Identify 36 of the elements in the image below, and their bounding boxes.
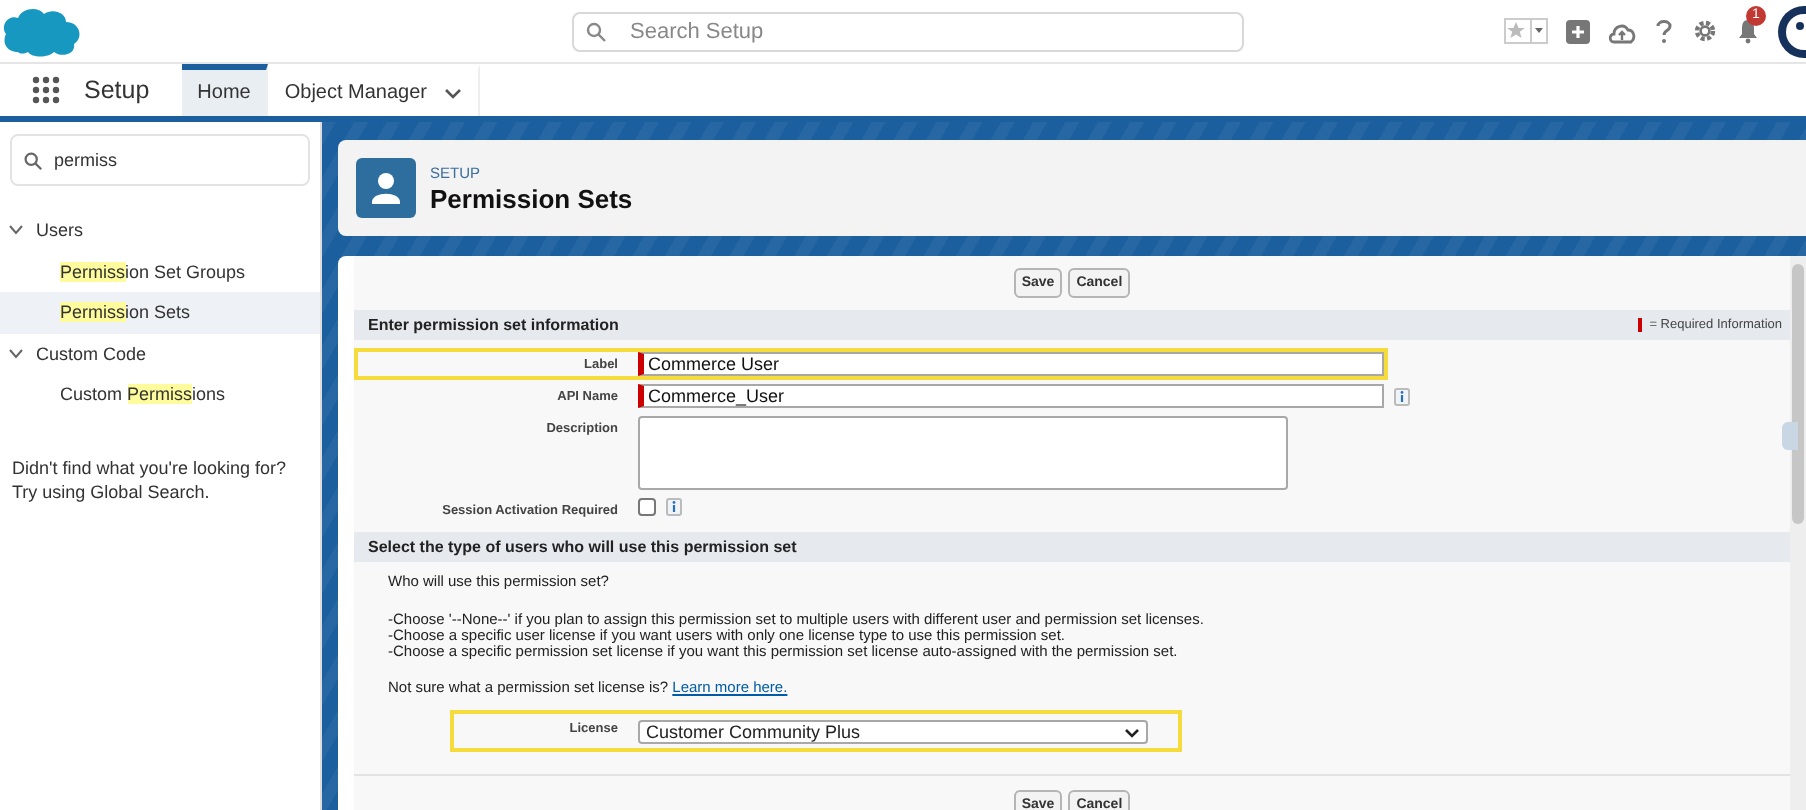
- checkbox[interactable]: [638, 498, 656, 516]
- help-icon[interactable]: [1654, 18, 1674, 44]
- search-field[interactable]: permiss: [10, 134, 310, 186]
- settings-icon[interactable]: [1692, 18, 1718, 44]
- tree-group[interactable]: Custom Code: [0, 333, 320, 374]
- collapse-handle[interactable]: [1782, 422, 1798, 450]
- cloud-icon[interactable]: [1608, 19, 1636, 43]
- license-dropdown[interactable]: Customer Community Plus: [638, 720, 1148, 744]
- page-title: Permission Sets: [430, 183, 633, 213]
- tree-item[interactable]: Permission Set Groups: [60, 261, 246, 282]
- text-field[interactable]: Commerce User: [638, 352, 1384, 376]
- info-icon[interactable]: [1394, 387, 1410, 405]
- help-text: Didn't find what you're looking for?: [12, 455, 289, 480]
- cloud-logo: [0, 3, 84, 59]
- plus-icon[interactable]: [1566, 19, 1590, 43]
- chevron-down-icon: [443, 87, 462, 99]
- app-launcher-icon[interactable]: [32, 76, 60, 104]
- user-icon: [356, 158, 416, 218]
- section-title: Select the type of users who will use this permission set: [368, 538, 797, 556]
- nav-tab[interactable]: Home: [181, 64, 269, 116]
- chevron-down-icon: [8, 347, 24, 360]
- search-field[interactable]: Search Setup: [572, 11, 1244, 51]
- search-icon: [24, 151, 42, 169]
- star-dropdown-icon[interactable]: [1504, 18, 1548, 44]
- tree-group[interactable]: Users: [0, 210, 320, 251]
- info-icon[interactable]: [666, 498, 682, 516]
- scrollbar[interactable]: [1790, 256, 1806, 810]
- chevron-down-icon: [1124, 727, 1140, 737]
- help-text: Try using Global Search.: [12, 480, 212, 505]
- textarea-field[interactable]: [638, 416, 1288, 490]
- tree-item[interactable]: Custom Permissions: [60, 384, 226, 405]
- app-title: Setup: [84, 76, 150, 104]
- search-icon: [586, 21, 606, 41]
- section-title: Enter permission set information: [368, 316, 619, 334]
- text-field[interactable]: Commerce_User: [638, 384, 1384, 408]
- chevron-down-icon: [8, 224, 24, 237]
